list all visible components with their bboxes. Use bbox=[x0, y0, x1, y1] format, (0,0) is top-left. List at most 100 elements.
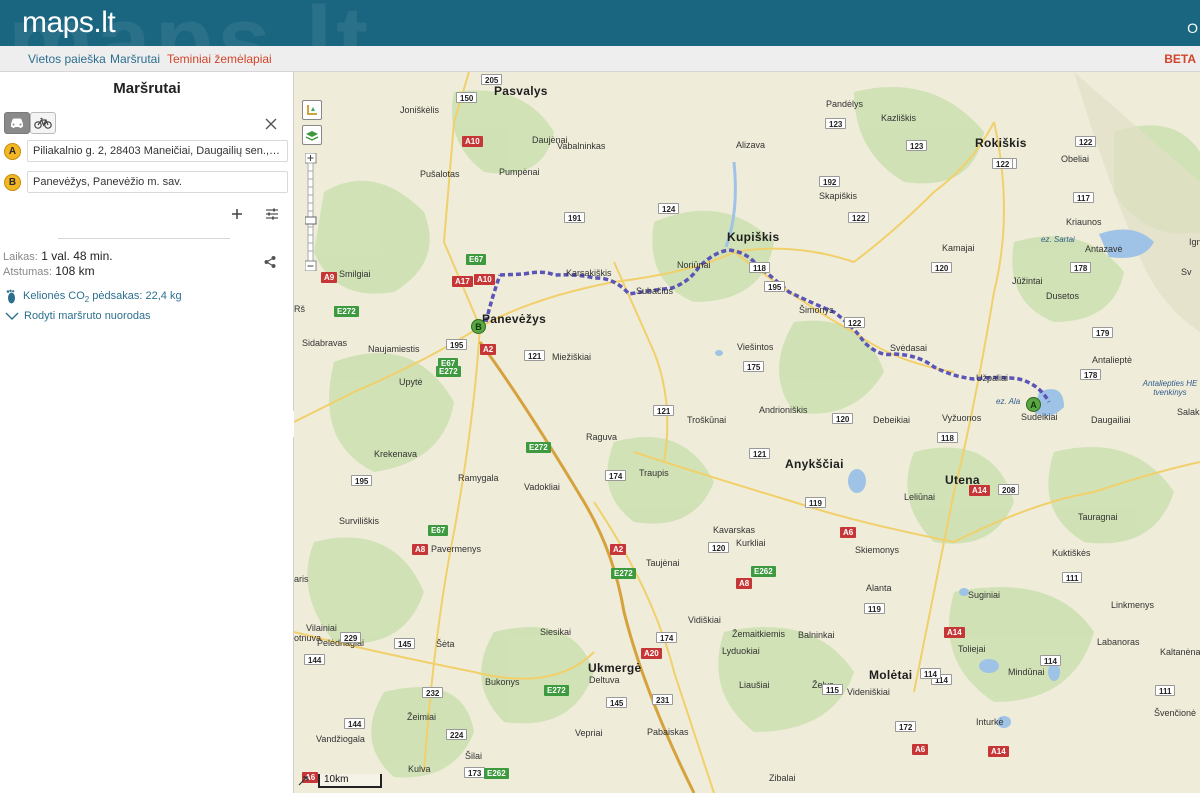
town-label: Kurkliai bbox=[736, 538, 766, 548]
town-label: Kuktiškės bbox=[1052, 548, 1091, 558]
town-label: Rš bbox=[294, 304, 305, 314]
beta-label: BETA bbox=[1164, 52, 1196, 66]
road-shield: 121 bbox=[524, 350, 546, 361]
road-shield: A8 bbox=[412, 544, 429, 555]
town-label: Subačius bbox=[636, 286, 674, 296]
road-shield: A2 bbox=[610, 544, 627, 555]
town-label-major: Anykščiai bbox=[785, 457, 844, 471]
road-shield: 111 bbox=[1062, 572, 1083, 583]
road-shield: E262 bbox=[751, 566, 776, 577]
point-a-input[interactable]: Piliakalnio g. 2, 28403 Maneičiai, Dauga… bbox=[27, 140, 288, 162]
sidebar-title: Maršrutai bbox=[113, 80, 181, 97]
co2-prefix: Kelionės CO bbox=[23, 289, 85, 302]
town-label: Deltuva bbox=[589, 675, 620, 685]
road-shield: E67 bbox=[466, 254, 487, 265]
town-label: Joniškėlis bbox=[400, 105, 440, 115]
road-shield: 144 bbox=[304, 654, 326, 665]
route-marker-a[interactable]: A bbox=[1026, 397, 1041, 412]
bicycle-icon bbox=[34, 117, 52, 129]
road-shield: 173 bbox=[464, 767, 486, 778]
town-label: Kazliškis bbox=[881, 113, 917, 123]
road-shield: A10 bbox=[462, 136, 483, 147]
road-shield: A8 bbox=[736, 578, 753, 589]
town-label: Andrioniškis bbox=[759, 405, 808, 415]
road-shield: 122 bbox=[1075, 136, 1097, 147]
town-label: Dusetos bbox=[1046, 291, 1080, 301]
fullscreen-icon[interactable] bbox=[297, 775, 309, 787]
town-label: Alanta bbox=[866, 583, 892, 593]
town-label: Šimonys bbox=[799, 305, 834, 315]
road-shield: 195 bbox=[764, 281, 786, 292]
road-shield: 231 bbox=[652, 694, 674, 705]
road-shield: 150 bbox=[456, 92, 478, 103]
road-shield: E272 bbox=[526, 442, 551, 453]
town-label: Kaltanėnai bbox=[1160, 647, 1200, 657]
layers-button[interactable] bbox=[302, 125, 322, 145]
town-label: Sidabravas bbox=[302, 338, 348, 348]
town-label: Kriaunos bbox=[1066, 217, 1102, 227]
nav-thematic-maps[interactable]: Teminiai žemėlapiai bbox=[167, 52, 272, 66]
route-time: Laikas: 1 val. 48 min. bbox=[3, 249, 113, 263]
road-shield: 117 bbox=[1073, 192, 1094, 203]
time-value: 1 val. 48 min. bbox=[41, 249, 113, 263]
town-label: Kamajai bbox=[942, 243, 975, 253]
road-shield: 119 bbox=[805, 497, 826, 508]
road-shield: 208 bbox=[998, 484, 1020, 495]
road-shield: A9 bbox=[321, 272, 338, 283]
close-icon bbox=[265, 118, 277, 130]
share-button[interactable] bbox=[263, 255, 277, 269]
road-shield: 111 bbox=[1155, 685, 1176, 696]
road-shield: 115 bbox=[822, 684, 843, 695]
town-label: Daugailiai bbox=[1091, 415, 1131, 425]
zoom-control[interactable] bbox=[304, 152, 317, 272]
town-label: Užpaliai bbox=[976, 373, 1009, 383]
road-shield: 178 bbox=[1080, 369, 1102, 380]
logo[interactable]: maps.lt bbox=[22, 6, 116, 40]
road-shield: 145 bbox=[394, 638, 416, 649]
lake-label: Antaliepties HE tvenkinys bbox=[1142, 379, 1198, 397]
town-label: Smilgiai bbox=[339, 269, 371, 279]
co2-text: Kelionės CO2 pėdsakas: 22,4 kg bbox=[23, 290, 182, 304]
road-shield: A17 bbox=[452, 276, 473, 287]
show-directions-link[interactable]: Rodyti maršruto nuorodas bbox=[5, 310, 151, 322]
close-route-button[interactable] bbox=[262, 115, 280, 133]
road-shield: 119 bbox=[864, 603, 885, 614]
car-icon bbox=[11, 118, 23, 128]
town-label: Sudeikiai bbox=[1021, 412, 1058, 422]
bike-mode-button[interactable] bbox=[30, 112, 56, 134]
road-shield: A14 bbox=[988, 746, 1009, 757]
header-right-text[interactable]: O bbox=[1187, 20, 1198, 36]
town-label: Vilainiai bbox=[306, 623, 337, 633]
town-label: Skapiškis bbox=[819, 191, 858, 201]
road-shield: 123 bbox=[825, 118, 847, 129]
road-shield: 122 bbox=[848, 212, 870, 223]
road-shield: 191 bbox=[564, 212, 586, 223]
town-label: Šėta bbox=[436, 639, 455, 649]
time-label: Laikas: bbox=[3, 251, 38, 263]
town-label: Vadokliai bbox=[524, 482, 560, 492]
road-shield: 124 bbox=[658, 203, 680, 214]
town-label: Pabaiskas bbox=[647, 727, 689, 737]
road-shield: 114 bbox=[920, 668, 941, 679]
plus-icon bbox=[232, 209, 242, 219]
town-label: aris bbox=[294, 574, 309, 584]
town-label: Tolieįai bbox=[958, 644, 986, 654]
town-label: Antazavė bbox=[1085, 244, 1123, 254]
road-shield: A10 bbox=[474, 274, 495, 285]
route-marker-b[interactable]: B bbox=[471, 319, 486, 334]
town-label-major: Rokiškis bbox=[975, 136, 1027, 150]
nav-place-search[interactable]: Vietos paieška bbox=[28, 52, 106, 66]
town-label: Labanoras bbox=[1097, 637, 1140, 647]
town-label: Pavermenys bbox=[431, 544, 482, 554]
road-shield: 118 bbox=[749, 262, 770, 273]
add-point-button[interactable] bbox=[229, 206, 245, 222]
point-b-input[interactable]: Panevėžys, Panevėžio m. sav. bbox=[27, 171, 288, 193]
measure-tool-button[interactable] bbox=[302, 100, 322, 120]
car-mode-button[interactable] bbox=[4, 112, 30, 134]
co2-suffix: pėdsakas: 22,4 kg bbox=[89, 289, 182, 302]
route-options-button[interactable] bbox=[264, 206, 280, 222]
town-label: Mindūnai bbox=[1008, 667, 1045, 677]
nav-routes[interactable]: Maršrutai bbox=[110, 52, 160, 66]
map-canvas[interactable]: Panevėžys Kupiškis Rokiškis Pasvalys Anykšči… bbox=[294, 72, 1200, 793]
town-label: Viešintos bbox=[737, 342, 774, 352]
